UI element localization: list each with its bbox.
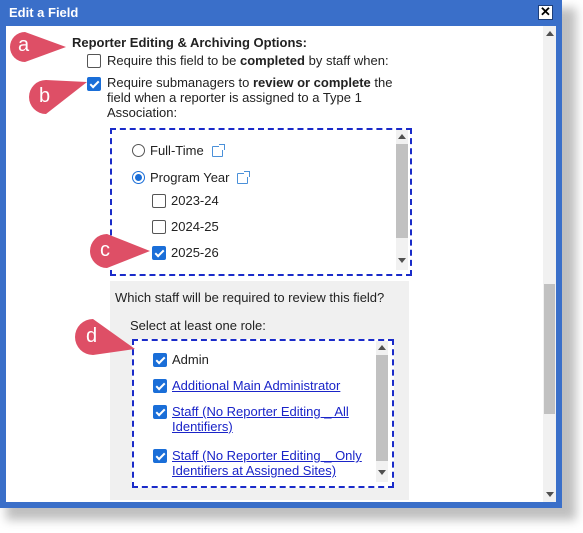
association-scrollbar[interactable] (396, 130, 408, 270)
role-link-staff-all-line2[interactable]: Identifiers) (172, 419, 233, 434)
role-list: Admin Additional Main Administrator Staf… (132, 339, 394, 488)
year-checkbox-2025-26[interactable] (152, 246, 166, 260)
callout-marker-icon (90, 234, 150, 268)
role-checkbox-additional-main-admin[interactable] (153, 379, 167, 393)
close-icon: ✕ (540, 4, 551, 19)
role-link-staff-assigned-line2[interactable]: Identifiers at Assigned Sites) (172, 463, 336, 478)
section-title: Reporter Editing & Archiving Options: (72, 35, 307, 50)
program-year-label: Program Year (150, 170, 230, 185)
role-checkbox-admin[interactable] (153, 353, 167, 367)
scroll-thumb[interactable] (544, 284, 555, 414)
association-list: Full-Time Program Year 2023-24 2024-25 2… (110, 128, 412, 276)
role-link-staff-assigned[interactable]: Staff (No Reporter Editing _ Only (172, 448, 362, 463)
role-list-scrollbar[interactable] (376, 341, 388, 482)
role-checkbox-staff-assigned[interactable] (153, 449, 167, 463)
year-label: 2023-24 (171, 193, 219, 208)
option-completed-label: Require this field to be completed by st… (107, 53, 389, 68)
program-year-radio[interactable] (132, 171, 145, 184)
year-checkbox-2024-25[interactable] (152, 220, 166, 234)
dialog-scrollbar[interactable] (543, 26, 556, 502)
staff-review-panel: Which staff will be required to review t… (110, 281, 409, 500)
role-checkbox-staff-all[interactable] (153, 405, 167, 419)
external-link-icon[interactable] (237, 171, 250, 184)
scroll-thumb[interactable] (396, 144, 408, 238)
option-review-label: Require submanagers to review or complet… (107, 75, 393, 90)
close-button[interactable]: ✕ (538, 5, 553, 20)
year-label: 2024-25 (171, 219, 219, 234)
callout-c: c (88, 232, 152, 270)
scroll-up-icon[interactable] (398, 134, 406, 139)
scroll-thumb[interactable] (376, 355, 388, 461)
option-review-line2: field when a reporter is assigned to a T… (107, 90, 362, 105)
callout-d: d (73, 317, 137, 357)
scroll-up-icon[interactable] (546, 31, 554, 36)
review-checkbox[interactable] (87, 77, 101, 91)
completed-checkbox[interactable] (87, 54, 101, 68)
role-label-admin: Admin (172, 352, 209, 367)
dialog-title: Edit a Field (9, 5, 79, 20)
full-time-radio[interactable] (132, 144, 145, 157)
callout-marker-icon (29, 80, 87, 114)
year-label: 2025-26 (171, 245, 219, 260)
scroll-down-icon[interactable] (546, 492, 554, 497)
full-time-label: Full-Time (150, 143, 204, 158)
callout-a: a (8, 30, 68, 64)
role-link-staff-all[interactable]: Staff (No Reporter Editing _ All (172, 404, 349, 419)
callout-b: b (27, 78, 89, 116)
title-bar: Edit a Field ✕ (0, 0, 562, 26)
staff-question: Which staff will be required to review t… (115, 290, 385, 305)
staff-instruction: Select at least one role: (130, 318, 266, 333)
callout-marker-icon (75, 319, 135, 355)
callout-marker-icon (10, 32, 66, 62)
scroll-down-icon[interactable] (378, 470, 386, 475)
option-review-line3: Association: (107, 105, 178, 120)
role-link-additional-main-admin[interactable]: Additional Main Administrator (172, 378, 340, 393)
year-checkbox-2023-24[interactable] (152, 194, 166, 208)
external-link-icon[interactable] (212, 144, 225, 157)
scroll-down-icon[interactable] (398, 258, 406, 263)
dialog-window: Edit a Field ✕ Reporter Editing & Archiv… (0, 0, 562, 508)
scroll-up-icon[interactable] (378, 345, 386, 350)
